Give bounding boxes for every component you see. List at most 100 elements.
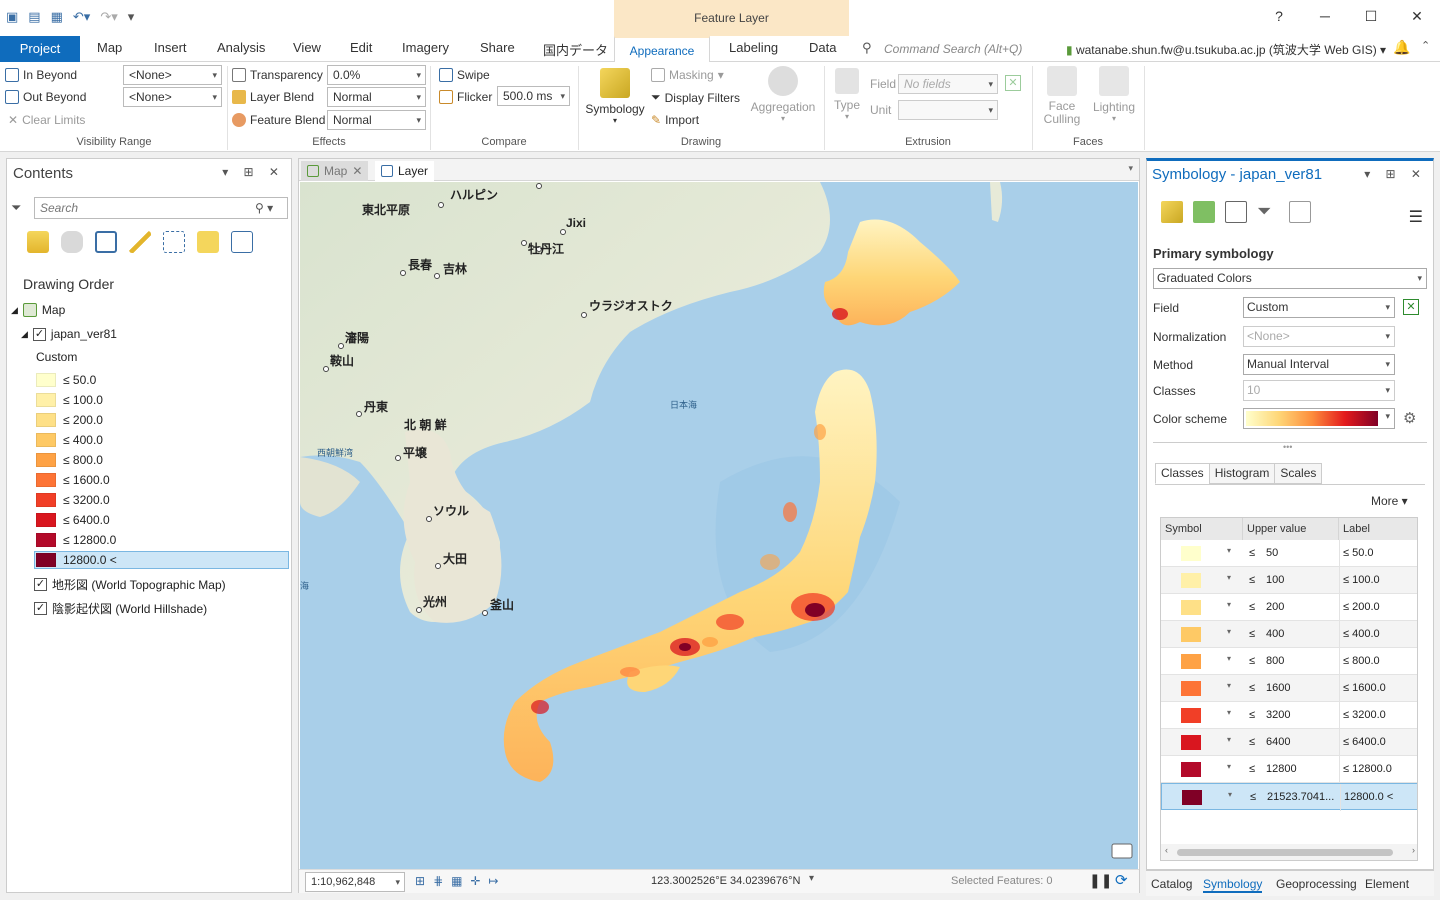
tab-symbology[interactable]: Symbology (1203, 877, 1263, 893)
class-symbol-swatch[interactable] (1181, 654, 1201, 669)
collapse-icon[interactable]: ◢ (11, 305, 18, 316)
class-label[interactable]: ≤ 3200.0 (1343, 709, 1386, 721)
swipe-button[interactable]: Swipe (439, 68, 490, 82)
legend-item[interactable]: ≤ 1600.0 (36, 471, 110, 489)
coordinate-format-icon[interactable]: ▾ (809, 873, 814, 884)
grid-icon[interactable]: ⋕ (433, 874, 443, 888)
legend-item[interactable]: ≤ 12800.0 (36, 531, 116, 549)
snapping-icon[interactable]: ✛ (470, 874, 480, 888)
transparency-combo[interactable]: 0.0% (327, 65, 426, 85)
map-node[interactable]: ◢ Map (11, 303, 65, 317)
class-label[interactable]: ≤ 400.0 (1343, 628, 1380, 640)
tab-overflow-icon[interactable]: ▾ (1128, 163, 1133, 174)
class-label[interactable]: ≤ 12800.0 (1343, 763, 1392, 775)
feature-blend-combo[interactable]: Normal (327, 110, 426, 130)
legend-item[interactable]: ≤ 6400.0 (36, 511, 110, 529)
legend-item[interactable]: 12800.0 < (34, 551, 289, 569)
extrusion-type-button[interactable]: Type ▾ (830, 68, 864, 121)
tab-scales[interactable]: Scales (1274, 463, 1323, 484)
collapse-icon[interactable]: ◢ (21, 329, 28, 340)
column-header-label[interactable]: Label (1339, 518, 1417, 540)
normalization-combo[interactable]: <None> (1243, 326, 1395, 347)
class-label[interactable]: ≤ 50.0 (1343, 547, 1374, 559)
class-symbol-swatch[interactable] (1182, 790, 1202, 805)
list-by-snapping-icon[interactable] (163, 231, 185, 253)
import-button[interactable]: ✎ Import (651, 113, 699, 127)
class-symbol-swatch[interactable] (1181, 546, 1201, 561)
expression-icon[interactable]: ✕ (1005, 75, 1021, 91)
class-row[interactable]: ▾ ≤800 ≤ 800.0 (1161, 648, 1417, 675)
symbol-dropdown-icon[interactable]: ▾ (1227, 600, 1231, 609)
horizontal-scrollbar[interactable]: ‹ › (1161, 844, 1417, 860)
tab-labeling[interactable]: Labeling (729, 40, 778, 55)
class-upper-value[interactable]: 6400 (1266, 736, 1290, 748)
symbol-dropdown-icon[interactable]: ▾ (1227, 627, 1231, 636)
pause-drawing-icon[interactable]: ❚❚ (1089, 872, 1112, 889)
legend-swatch[interactable] (36, 513, 56, 527)
class-row[interactable]: ▾ ≤50 ≤ 50.0 (1161, 540, 1417, 567)
symbol-dropdown-icon[interactable]: ▾ (1227, 762, 1231, 771)
map-canvas[interactable]: ハルピン 東北平原 Jixi 牡丹江 長春 吉林 ウラジオストク 瀋陽 鞍山 丹東北 朝 鮮平壌ソ… (300, 182, 1138, 869)
tab-analysis[interactable]: Analysis (217, 40, 265, 55)
layer-node[interactable]: ◢ ✓ japan_ver81 (21, 327, 117, 341)
classes-combo[interactable]: 10 (1243, 380, 1395, 401)
class-row[interactable]: ▾ ≤21523.7041... 12800.0 < (1161, 783, 1417, 811)
class-upper-value[interactable]: 400 (1266, 628, 1284, 640)
method-combo[interactable]: Manual Interval (1243, 354, 1395, 375)
color-scheme-combo[interactable]: ▾ (1243, 408, 1395, 429)
legend-item[interactable]: ≤ 400.0 (36, 431, 103, 449)
list-by-labeling-icon[interactable] (197, 231, 219, 253)
class-label[interactable]: ≤ 100.0 (1343, 574, 1380, 586)
layer-blend-combo[interactable]: Normal (327, 87, 426, 107)
tab-map[interactable]: Map (97, 40, 122, 55)
symbology-button[interactable]: Symbology ▾ (584, 68, 646, 125)
tab-imagery[interactable]: Imagery (402, 40, 449, 55)
collapse-ribbon-icon[interactable]: ⌃ (1421, 39, 1430, 52)
symbol-dropdown-icon[interactable]: ▾ (1227, 546, 1231, 555)
tab-classes[interactable]: Classes (1155, 463, 1210, 484)
class-row[interactable]: ▾ ≤200 ≤ 200.0 (1161, 594, 1417, 621)
tab-appearance[interactable]: Appearance (614, 36, 710, 63)
legend-swatch[interactable] (36, 453, 56, 467)
symbol-dropdown-icon[interactable]: ▾ (1227, 654, 1231, 663)
tab-layout-view[interactable]: Layer (375, 161, 435, 181)
clear-limits-button[interactable]: ✕ Clear Limits (8, 113, 85, 127)
legend-swatch[interactable] (36, 393, 56, 407)
map-scale-combo[interactable]: 1:10,962,848 (305, 872, 405, 892)
constraints-icon[interactable]: ↦ (489, 874, 499, 888)
column-header-symbol[interactable]: Symbol (1161, 518, 1243, 540)
symbol-dropdown-icon[interactable]: ▾ (1227, 681, 1231, 690)
expression-icon[interactable]: ✕ (1403, 299, 1419, 315)
face-culling-button[interactable]: Face Culling (1036, 66, 1088, 126)
layer-visibility-checkbox[interactable]: ✓ (32, 327, 46, 341)
flicker-rate-stepper[interactable]: 500.0 ms (497, 86, 570, 106)
contents-search-input[interactable]: Search (34, 197, 288, 219)
tab-geoprocessing[interactable]: Geoprocessing (1276, 877, 1357, 891)
tab-domestic-data[interactable]: 国内データ (543, 40, 608, 59)
renderer-combo[interactable]: Graduated Colors (1153, 268, 1427, 289)
legend-item[interactable]: ≤ 800.0 (36, 451, 103, 469)
legend-swatch[interactable] (36, 473, 56, 487)
list-by-drawing-order-icon[interactable] (27, 231, 49, 253)
field-combo[interactable]: Custom (1243, 297, 1395, 318)
tab-view[interactable]: View (293, 40, 321, 55)
tab-share[interactable]: Share (480, 40, 515, 55)
refresh-icon[interactable]: ⟳ (1115, 871, 1128, 889)
legend-swatch[interactable] (36, 433, 56, 447)
tab-edit[interactable]: Edit (350, 40, 372, 55)
legend-swatch[interactable] (36, 553, 56, 567)
class-label[interactable]: ≤ 6400.0 (1343, 736, 1386, 748)
pane-controls[interactable]: ▾ ⊞ ✕ (222, 165, 285, 179)
symbol-dropdown-icon[interactable]: ▾ (1227, 735, 1231, 744)
notification-bell-icon[interactable]: 🔔 (1393, 39, 1410, 56)
extrusion-unit-combo[interactable] (898, 100, 998, 120)
class-label[interactable]: ≤ 1600.0 (1343, 682, 1386, 694)
tab-project[interactable]: Project (0, 36, 80, 62)
gear-icon[interactable]: ⚙ (1403, 409, 1416, 427)
vary-symbology-icon[interactable] (1193, 201, 1215, 223)
legend-swatch[interactable] (36, 413, 56, 427)
in-beyond-button[interactable]: In Beyond (5, 68, 77, 82)
aggregation-button[interactable]: Aggregation ▾ (748, 66, 818, 123)
layer-visibility-checkbox[interactable]: ✓ (34, 578, 47, 591)
basemap-topographic[interactable]: ✓ 地形図 (World Topographic Map) (34, 576, 226, 593)
